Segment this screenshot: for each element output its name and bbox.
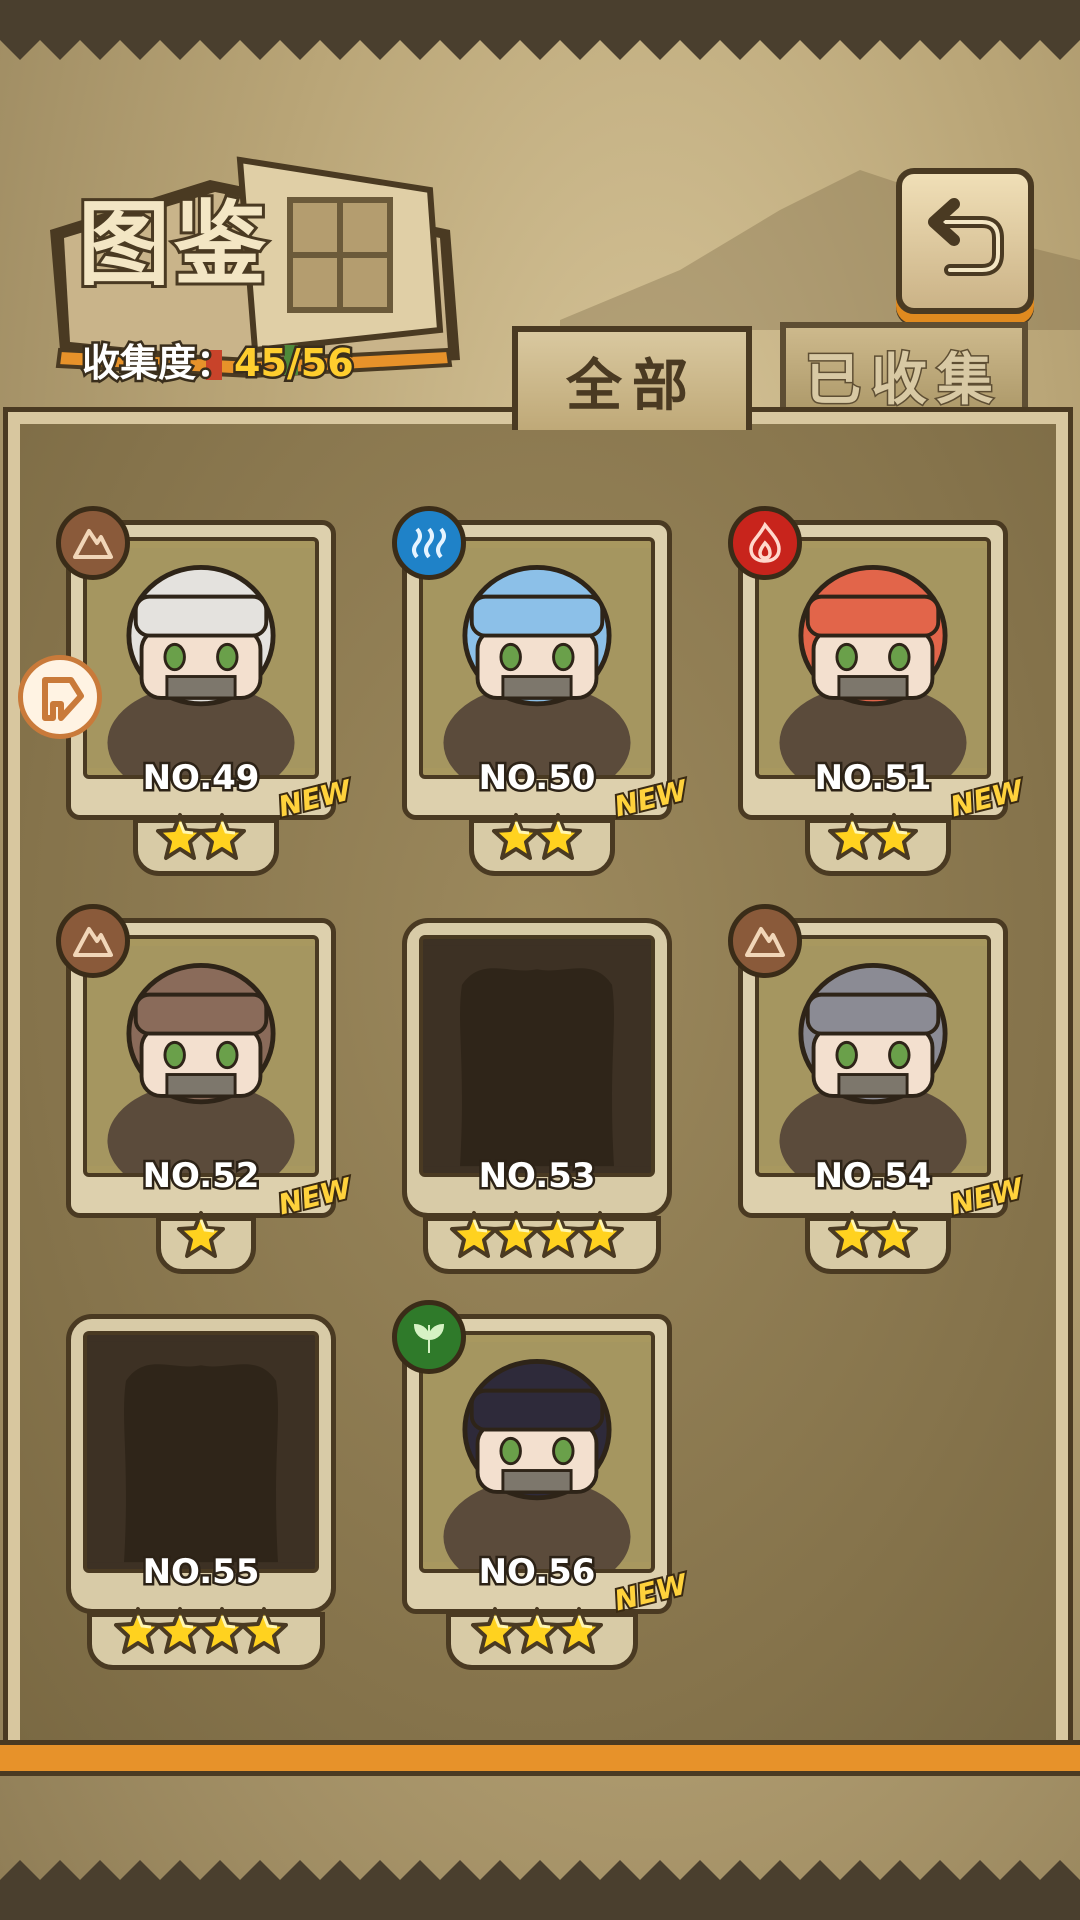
locked-silhouette: [423, 945, 651, 1167]
star-rating: [392, 812, 682, 870]
panel-bottom-trim: [0, 1740, 1080, 1776]
locked-silhouette: [87, 1341, 315, 1563]
card-number: NO.53: [476, 1154, 598, 1199]
codex-card[interactable]: NO.56 NEW: [392, 1300, 692, 1670]
character-portrait: [759, 547, 987, 775]
card-portrait-window: [419, 537, 655, 779]
codex-card[interactable]: NO.52 NEW: [56, 904, 356, 1274]
character-portrait: [423, 547, 651, 775]
earth-element-icon: [56, 506, 130, 580]
bottom-zigzag-border: [0, 1860, 1080, 1920]
fire-element-icon: [728, 506, 802, 580]
star-icon: [198, 813, 246, 860]
star-icon: [555, 1607, 603, 1654]
earth-element-icon: [728, 904, 802, 978]
water-element-icon: [392, 506, 466, 580]
side-arrow-badge-icon[interactable]: [18, 655, 102, 739]
collection-label: 收集度：: [79, 339, 236, 388]
tab-all[interactable]: 全部: [512, 326, 752, 430]
star-icon: [177, 1211, 225, 1258]
star-rating: [56, 1606, 346, 1664]
star-icon: [870, 1211, 918, 1258]
codex-card[interactable]: NO.53: [392, 918, 682, 1274]
character-portrait: [87, 945, 315, 1173]
codex-card[interactable]: NO.50 NEW: [392, 506, 692, 876]
star-icon: [870, 813, 918, 860]
codex-card[interactable]: NO.54 NEW: [728, 904, 1028, 1274]
card-portrait-window: [419, 1331, 655, 1573]
top-zigzag-border: [0, 0, 1080, 70]
star-rating: [56, 1210, 346, 1268]
card-number: NO.55: [140, 1550, 262, 1595]
card-portrait-window: [755, 935, 991, 1177]
back-button[interactable]: [896, 168, 1034, 314]
card-portrait-window: [83, 1331, 319, 1573]
card-portrait-window: [419, 935, 655, 1177]
card-portrait-window: [83, 537, 319, 779]
page-title: 图鉴: [75, 187, 271, 301]
character-portrait: [87, 547, 315, 775]
tab-collected[interactable]: 已收集: [780, 322, 1028, 422]
star-rating: [392, 1210, 682, 1268]
codex-screen: 图鉴 收集度：45/56 全部 已收集 NO.49 NEW NO.50 NEW …: [0, 0, 1080, 1920]
star-rating: [392, 1606, 682, 1664]
star-icon: [240, 1607, 288, 1654]
star-rating: [728, 1210, 1018, 1268]
wood-element-icon: [392, 1300, 466, 1374]
card-portrait-window: [755, 537, 991, 779]
collection-value: 45/56: [232, 339, 357, 388]
earth-element-icon: [56, 904, 130, 978]
character-portrait: [759, 945, 987, 1173]
star-icon: [576, 1211, 624, 1258]
star-icon: [534, 813, 582, 860]
character-portrait: [423, 1341, 651, 1569]
codex-card[interactable]: NO.55: [56, 1314, 346, 1670]
card-portrait-window: [83, 935, 319, 1177]
star-rating: [56, 812, 346, 870]
codex-card[interactable]: NO.51 NEW: [728, 506, 1028, 876]
star-rating: [728, 812, 1018, 870]
collection-progress: 收集度：45/56: [79, 332, 357, 388]
return-arrow-icon: [928, 198, 1004, 276]
